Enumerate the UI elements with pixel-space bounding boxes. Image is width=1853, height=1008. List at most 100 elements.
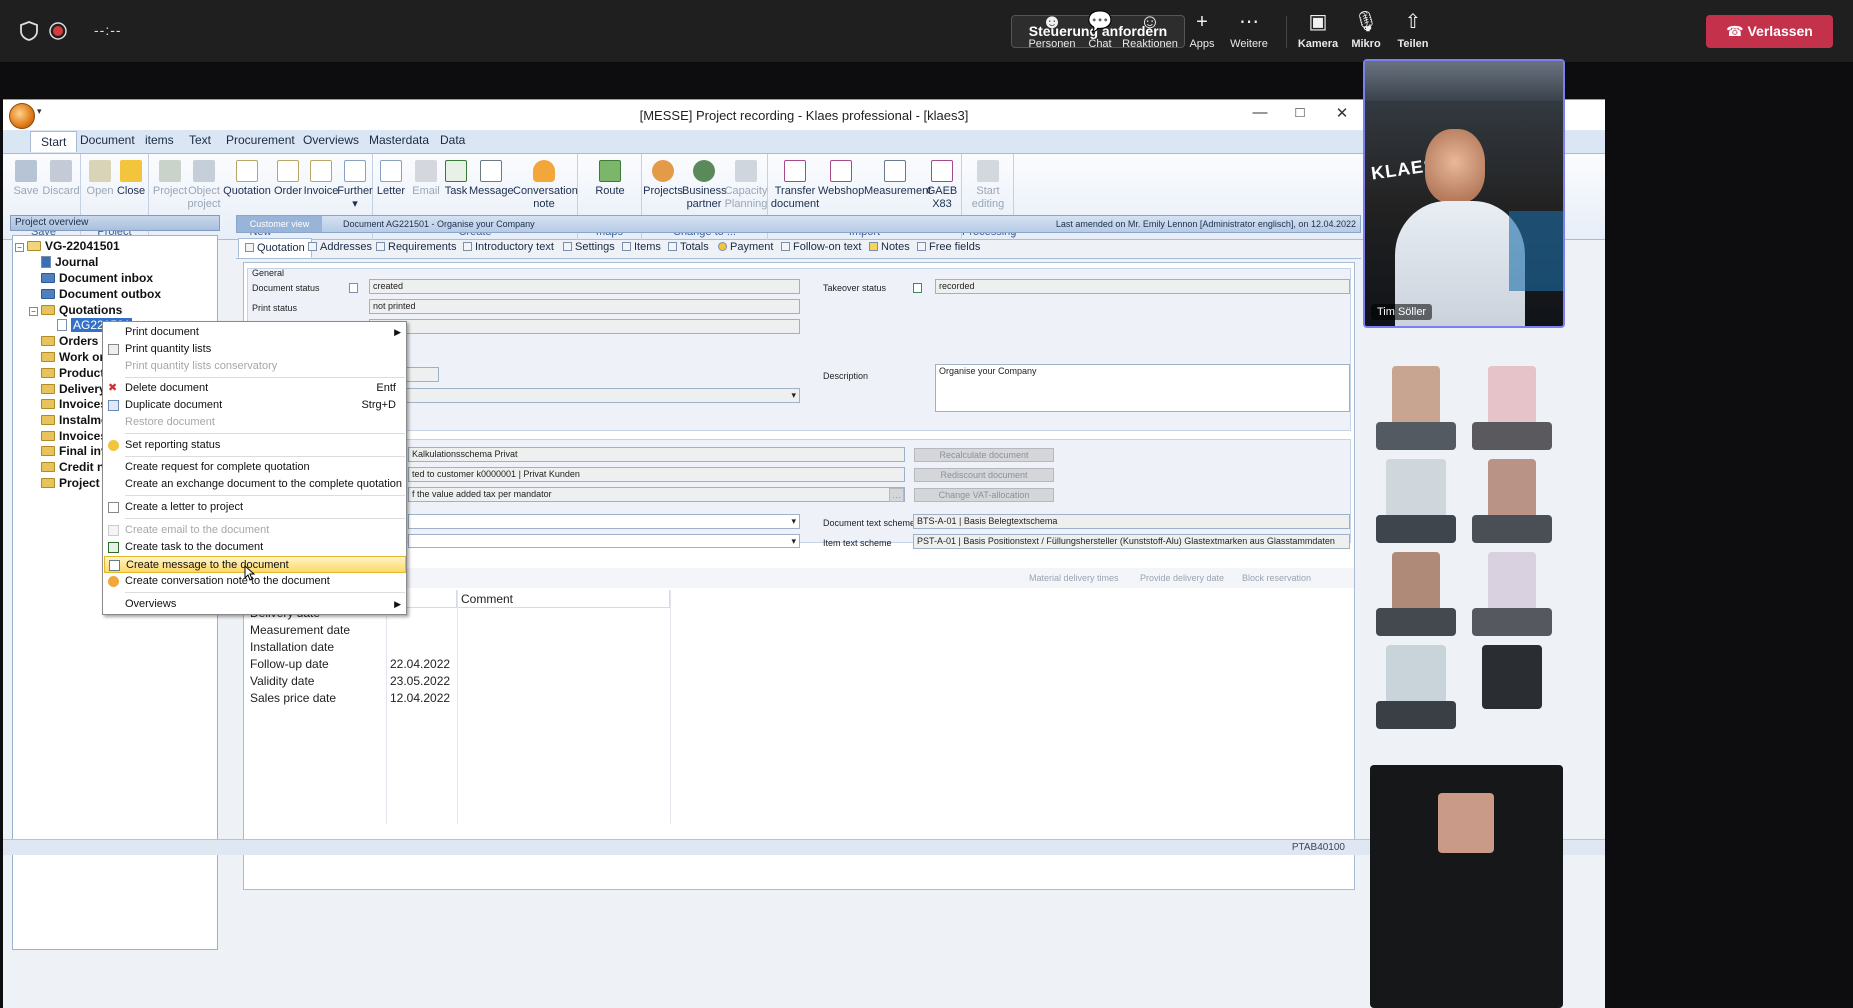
ctx-overviews[interactable]: Overviews ▶ [104, 596, 406, 613]
close-window-icon[interactable]: ✕ [1322, 104, 1362, 126]
transfer-document-button[interactable]: Transfer document [770, 160, 820, 211]
takeover-status-field[interactable]: recorded [935, 279, 1350, 294]
message-button[interactable]: Message [469, 160, 514, 198]
route-button[interactable]: Route [586, 160, 634, 198]
subtab-settings[interactable]: Settings [563, 241, 615, 253]
more-button[interactable]: ⋯ Weitere [1219, 10, 1279, 56]
letter-button[interactable]: Letter [373, 160, 409, 198]
ctx-print-document[interactable]: Print document ▶ [104, 324, 406, 341]
ctx-duplicate-document[interactable]: Duplicate document Strg+D [104, 397, 406, 414]
subtab-addresses[interactable]: Addresses [308, 241, 372, 253]
vat-field[interactable]: f the value added tax per mandator [408, 487, 905, 502]
tree-item-document-inbox[interactable]: Document inbox [41, 271, 153, 287]
vat-picker-button[interactable]: … [889, 488, 904, 502]
tab-masterdata[interactable]: Masterdata [369, 133, 429, 147]
task-button[interactable]: Task [439, 160, 473, 198]
conversation-note-button[interactable]: Conversation note [513, 160, 578, 211]
gaeb-x83-button[interactable]: GAEB X83 [924, 160, 960, 211]
close-button[interactable]: Close [113, 160, 149, 198]
ctx-create-email[interactable]: Create email to the document [104, 522, 406, 539]
tree-item-document-outbox[interactable]: Document outbox [41, 287, 161, 303]
dropdown-field[interactable]: ▾ [369, 388, 800, 403]
start-editing-button[interactable]: Start editing [964, 160, 1012, 211]
price-list-field[interactable]: ted to customer k0000001 | Privat Kunden [408, 467, 905, 482]
ctx-delete-document[interactable]: ✖ Delete document Entf [104, 380, 406, 397]
reactions-button[interactable]: ☺ Reaktionen [1120, 10, 1180, 56]
print-status-field[interactable]: not printed [369, 299, 800, 314]
takeover-status-checkbox[interactable] [913, 283, 922, 293]
norm-field[interactable]: Norm e [369, 319, 800, 334]
save-button[interactable]: Save [7, 160, 45, 198]
scheme-dropdown-1[interactable]: ▾ [408, 514, 800, 529]
participant-tile[interactable] [1466, 548, 1558, 636]
participant-tile[interactable] [1370, 548, 1462, 636]
tree-item-orders[interactable]: Orders [41, 334, 98, 350]
projects-button[interactable]: Projects [642, 160, 684, 198]
ctx-create-exchange-document[interactable]: Create an exchange document to the compl… [104, 476, 406, 493]
tab-data[interactable]: Data [440, 133, 465, 147]
change-vat-allocation-button[interactable]: Change VAT-allocation [914, 488, 1054, 502]
subtab-quotation[interactable]: Quotation [238, 238, 312, 258]
capacity-planning-button[interactable]: Capacity Planning [724, 160, 768, 211]
document-status-field[interactable]: created [369, 279, 800, 294]
rediscount-document-button[interactable]: Rediscount document [914, 468, 1054, 482]
validity-date-cell[interactable]: 23.05.2022 [386, 673, 450, 690]
webshop-button[interactable]: Webshop [818, 160, 864, 198]
tree-item-work-orders[interactable]: Work orc [41, 350, 111, 366]
open-button[interactable]: Open [83, 160, 117, 198]
subtab-payment[interactable]: Payment [718, 241, 773, 253]
tab-document[interactable]: Document [80, 133, 135, 147]
ctx-print-quantity-lists[interactable]: Print quantity lists [104, 341, 406, 358]
block-reservation-button[interactable]: Block reservation [1242, 573, 1311, 583]
maximize-icon[interactable]: □ [1280, 104, 1320, 126]
new-further-button[interactable]: Further ▾ [335, 160, 375, 211]
sales-price-date-cell[interactable]: 12.04.2022 [386, 690, 450, 707]
tab-text[interactable]: Text [189, 133, 211, 147]
participant-tile[interactable] [1370, 641, 1462, 729]
subtab-introductory-text[interactable]: Introductory text [463, 241, 554, 253]
object-project-button[interactable]: Object project [185, 160, 223, 211]
participant-tile[interactable] [1466, 641, 1558, 729]
follow-up-date-cell[interactable]: 22.04.2022 [386, 656, 450, 673]
presenter-video-tile[interactable]: KLAES Tim Söller [1363, 59, 1565, 328]
tree-item-quotations[interactable]: − Quotations [29, 303, 122, 319]
participant-tile[interactable] [1466, 455, 1558, 543]
measurement-button[interactable]: Measurement [864, 160, 931, 198]
tab-overviews[interactable]: Overviews [303, 133, 359, 147]
tab-items[interactable]: items [145, 133, 174, 147]
share-button[interactable]: ⇧ Teilen [1383, 10, 1443, 56]
document-text-scheme-field[interactable]: BTS-A-01 | Basis Belegtextschema [913, 514, 1350, 529]
tree-item-invoices[interactable]: Invoices [41, 397, 107, 413]
subtab-notes[interactable]: Notes [869, 241, 910, 253]
ctx-restore-document[interactable]: Restore document [104, 414, 406, 431]
ctx-print-quantity-lists-conservatory[interactable]: Print quantity lists conservatory [104, 358, 406, 375]
minimize-icon[interactable]: — [1240, 104, 1280, 126]
business-partner-button[interactable]: Business partner [682, 160, 727, 211]
provide-delivery-date-button[interactable]: Provide delivery date [1140, 573, 1224, 583]
scheme-dropdown-2[interactable]: ▾ [408, 534, 800, 548]
tab-start[interactable]: Start [30, 131, 78, 152]
discard-button[interactable]: Discard [41, 160, 81, 198]
customer-view-tab[interactable]: Customer view [237, 216, 322, 232]
subtab-free-fields[interactable]: Free fields [917, 241, 980, 253]
tree-item-invoices-2[interactable]: Invoices [41, 429, 107, 445]
subtab-requirements[interactable]: Requirements [376, 241, 456, 253]
description-textarea[interactable]: Organise your Company [935, 364, 1350, 412]
subtab-items[interactable]: Items [622, 241, 661, 253]
tree-root[interactable]: − VG-22041501 [15, 239, 120, 255]
material-delivery-times-button[interactable]: Material delivery times [1029, 573, 1119, 583]
self-view-tile[interactable] [1370, 765, 1563, 1008]
ctx-create-request-complete-quotation[interactable]: Create request for complete quotation [104, 459, 406, 476]
ctx-create-letter[interactable]: Create a letter to project [104, 499, 406, 516]
tab-procurement[interactable]: Procurement [226, 133, 295, 147]
subtab-follow-on-text[interactable]: Follow-on text [781, 241, 861, 253]
leave-button[interactable]: ☎ Verlassen [1706, 15, 1833, 48]
new-quotation-button[interactable]: Quotation [223, 160, 271, 198]
new-project-button[interactable]: Project [151, 160, 189, 198]
grid-header-comment[interactable]: Comment [457, 590, 670, 608]
ctx-set-reporting-status[interactable]: Set reporting status [104, 437, 406, 454]
participant-tile[interactable] [1466, 362, 1558, 450]
calculation-scheme-field[interactable]: Kalkulationsschema Privat [408, 447, 905, 462]
ctx-create-task[interactable]: Create task to the document [104, 539, 406, 556]
recalculate-document-button[interactable]: Recalculate document [914, 448, 1054, 462]
